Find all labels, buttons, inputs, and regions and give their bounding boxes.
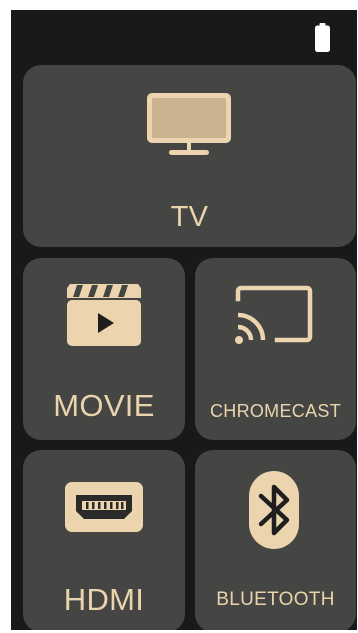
battery-full-icon	[315, 23, 330, 52]
tile-label-hdmi: HDMI	[63, 582, 145, 617]
bluetooth-icon	[249, 471, 299, 549]
app-screen: TV MOVIE CHROMECAST HDMI BLUETOOTH	[11, 10, 357, 630]
chromecast-tile[interactable]: CHROMECAST	[195, 258, 356, 440]
tv-icon	[147, 93, 231, 155]
tile-label-chromecast: CHROMECAST	[209, 401, 341, 421]
hdmi-tile[interactable]: HDMI	[23, 450, 185, 630]
tile-label-bluetooth: BLUETOOTH	[216, 589, 335, 610]
clapperboard-play-icon	[67, 284, 141, 346]
tile-label-tv: TV	[170, 201, 209, 233]
movie-tile[interactable]: MOVIE	[23, 258, 185, 440]
status-bar	[11, 10, 357, 60]
hdmi-port-icon	[65, 482, 143, 532]
tile-label-movie: MOVIE	[53, 388, 155, 423]
tv-tile[interactable]: TV	[23, 65, 356, 247]
cast-icon	[235, 285, 313, 344]
bluetooth-tile[interactable]: BLUETOOTH	[195, 450, 356, 630]
